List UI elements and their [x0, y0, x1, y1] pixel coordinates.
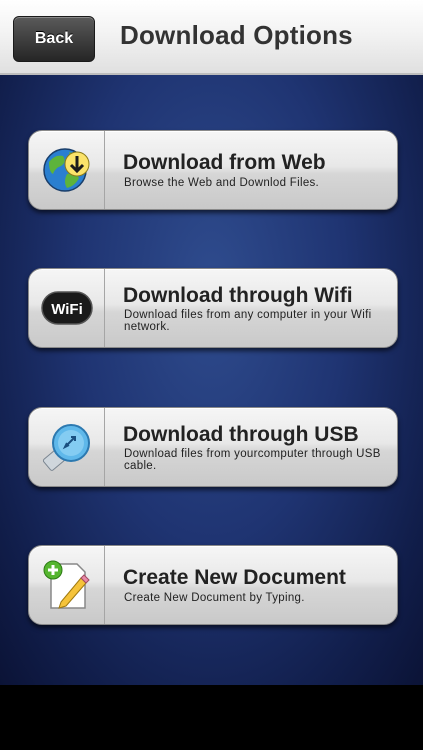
wifi-icon: WiFi — [29, 269, 105, 347]
option-title: Create New Document — [123, 566, 346, 589]
option-description: Download files from yourcomputer through… — [124, 448, 381, 472]
download-from-web-button[interactable]: Download from Web Browse the Web and Dow… — [28, 130, 398, 210]
option-title: Download through USB — [123, 423, 359, 446]
navigation-bar: Back Download Options — [0, 0, 423, 75]
usb-icon — [29, 408, 105, 486]
back-button[interactable]: Back — [13, 16, 95, 62]
options-panel: Download from Web Browse the Web and Dow… — [0, 75, 423, 685]
option-title: Download through Wifi — [123, 284, 353, 307]
option-description: Download files from any computer in your… — [124, 309, 372, 333]
option-title: Download from Web — [123, 151, 326, 174]
create-new-document-button[interactable]: Create New Document Create New Document … — [28, 545, 398, 625]
option-description: Browse the Web and Downlod Files. — [124, 177, 320, 189]
new-document-icon — [29, 546, 105, 624]
download-through-wifi-button[interactable]: WiFi Download through Wifi Download file… — [28, 268, 398, 348]
option-description: Create New Document by Typing. — [124, 592, 305, 604]
page-title: Download Options — [120, 20, 353, 50]
download-through-usb-button[interactable]: Download through USB Download files from… — [28, 407, 398, 487]
globe-download-icon — [29, 131, 105, 209]
svg-text:WiFi: WiFi — [51, 301, 83, 318]
